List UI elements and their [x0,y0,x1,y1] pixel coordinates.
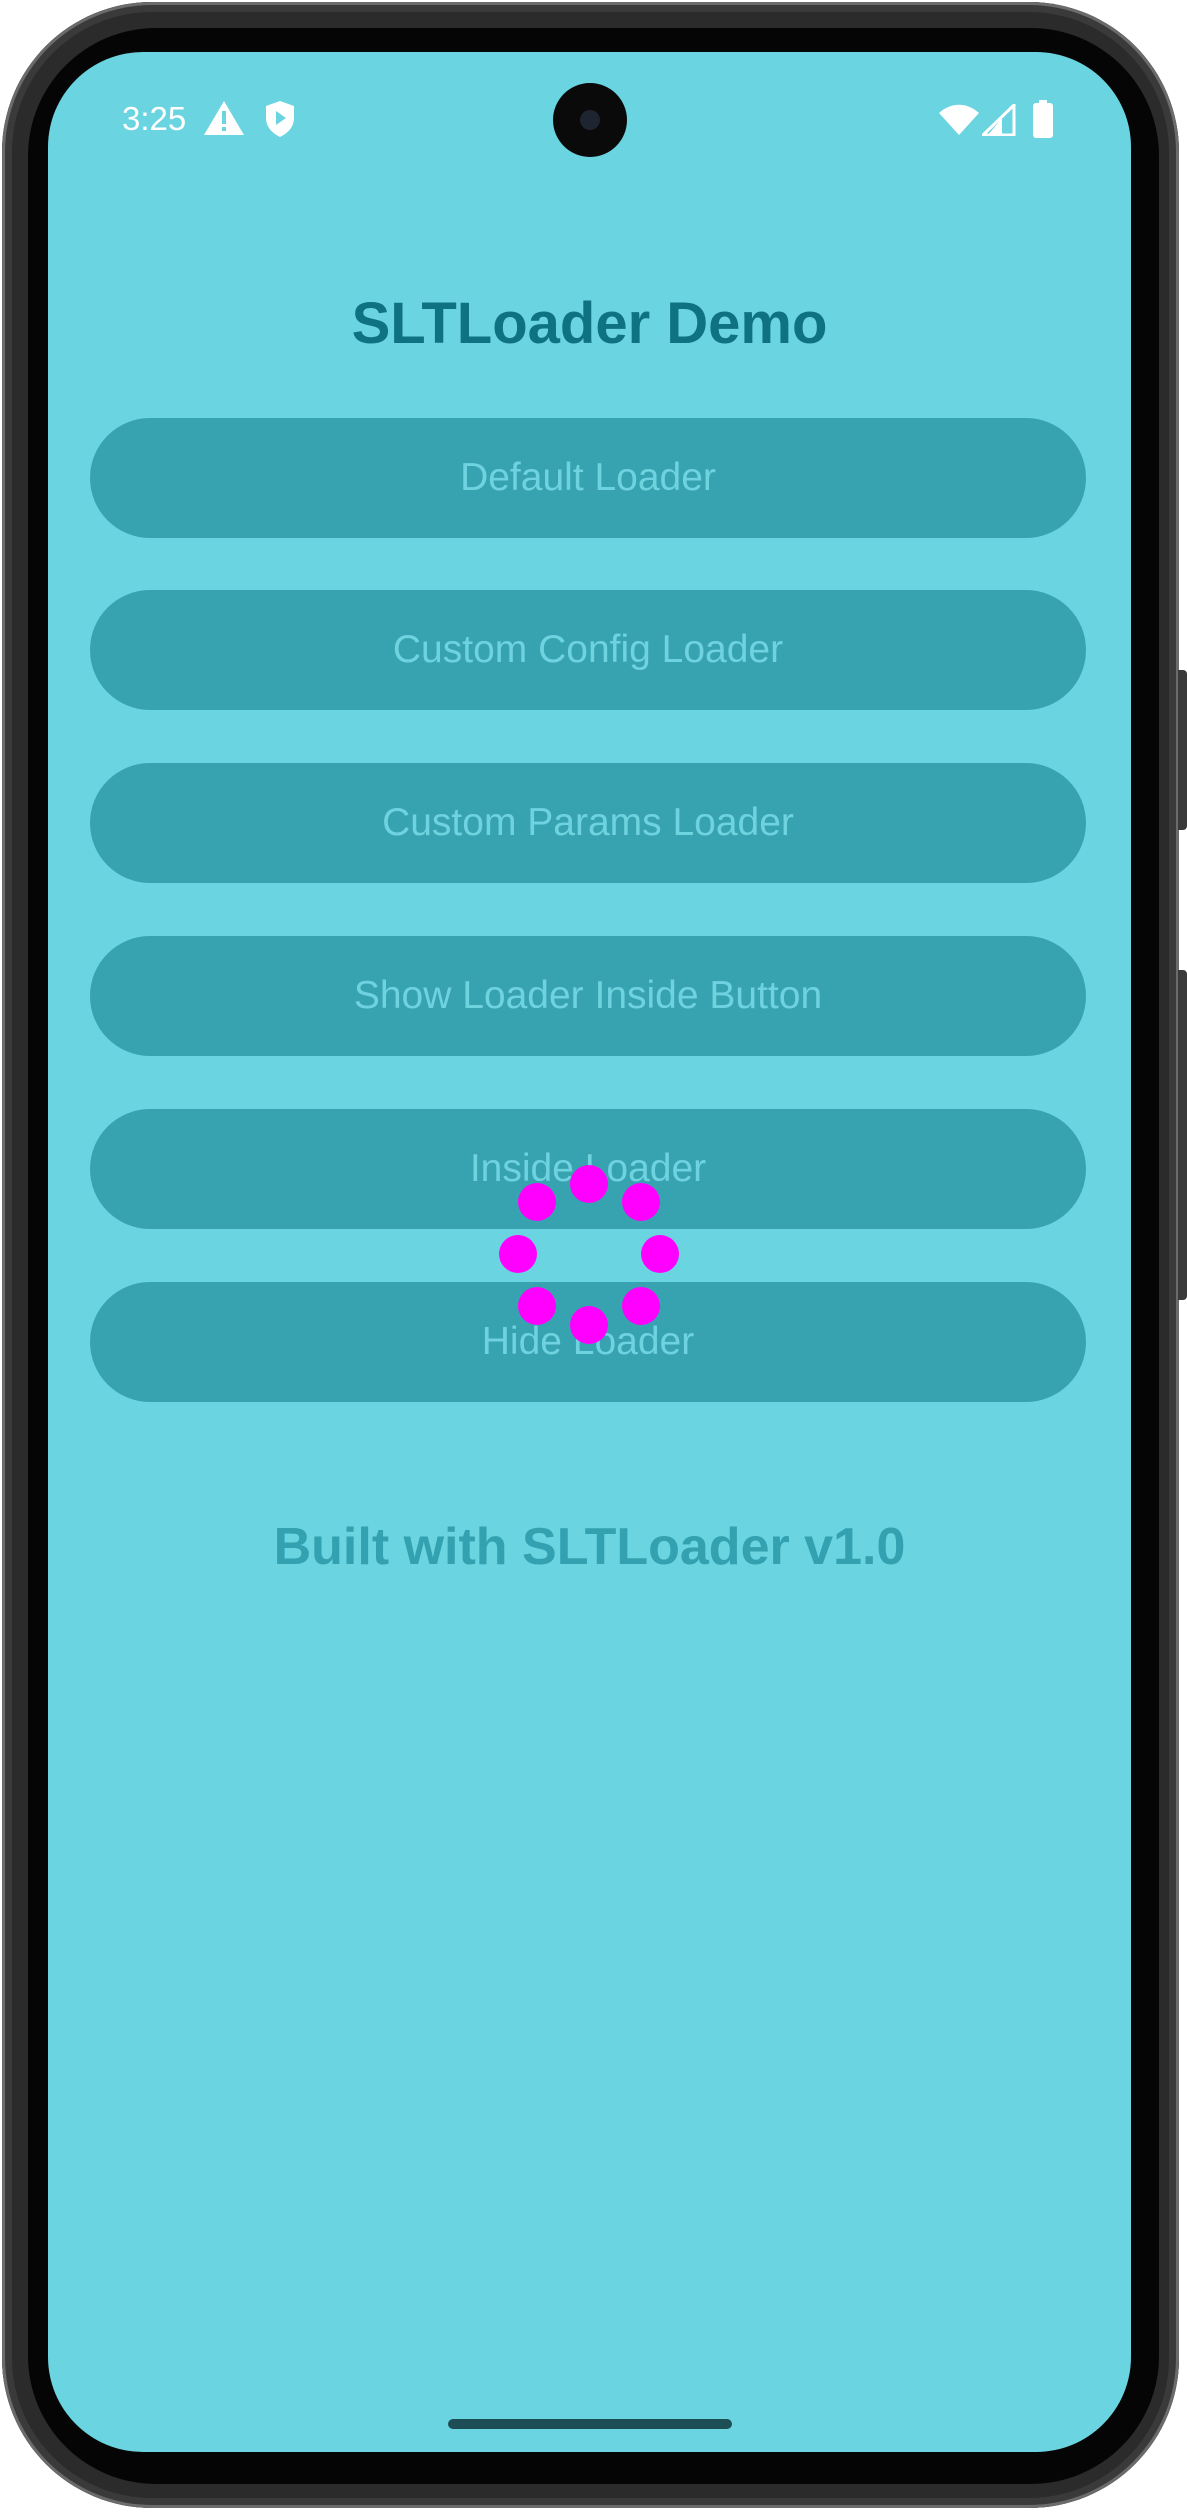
status-time: 3:25 [122,100,187,137]
status-bar: 3:25 [48,52,1131,192]
volume-button [1178,670,1187,830]
footer-text: Built with SLTLoader v1.0 [273,1518,906,1576]
custom-config-loader-button[interactable]: Custom Config Loader [90,590,1086,710]
app-screen: 3:25 SLTLoader Demo Default Loader Custo… [48,52,1131,2452]
default-loader-button[interactable]: Default Loader [90,418,1086,538]
front-camera [553,83,627,157]
show-loader-inside-button[interactable]: Show Loader Inside Button [90,936,1086,1056]
warning-icon [203,100,245,141]
phone-device: 3:25 SLTLoader Demo Default Loader Custo… [0,0,1187,2513]
spinner-dot [641,1235,679,1273]
battery-icon [1033,100,1053,143]
power-button [1178,970,1187,1300]
custom-params-loader-button[interactable]: Custom Params Loader [90,763,1086,883]
shield-icon [264,100,296,143]
page-title: SLTLoader Demo [351,291,828,356]
hide-loader-button[interactable]: Hide Loader [90,1282,1086,1402]
cell-signal-icon [979,101,1016,141]
spinner-dot [499,1235,537,1273]
inside-loader-button[interactable]: Inside Loader [90,1109,1086,1229]
home-indicator[interactable] [448,2419,732,2429]
loading-spinner [48,52,1131,2452]
wifi-icon [938,104,980,141]
